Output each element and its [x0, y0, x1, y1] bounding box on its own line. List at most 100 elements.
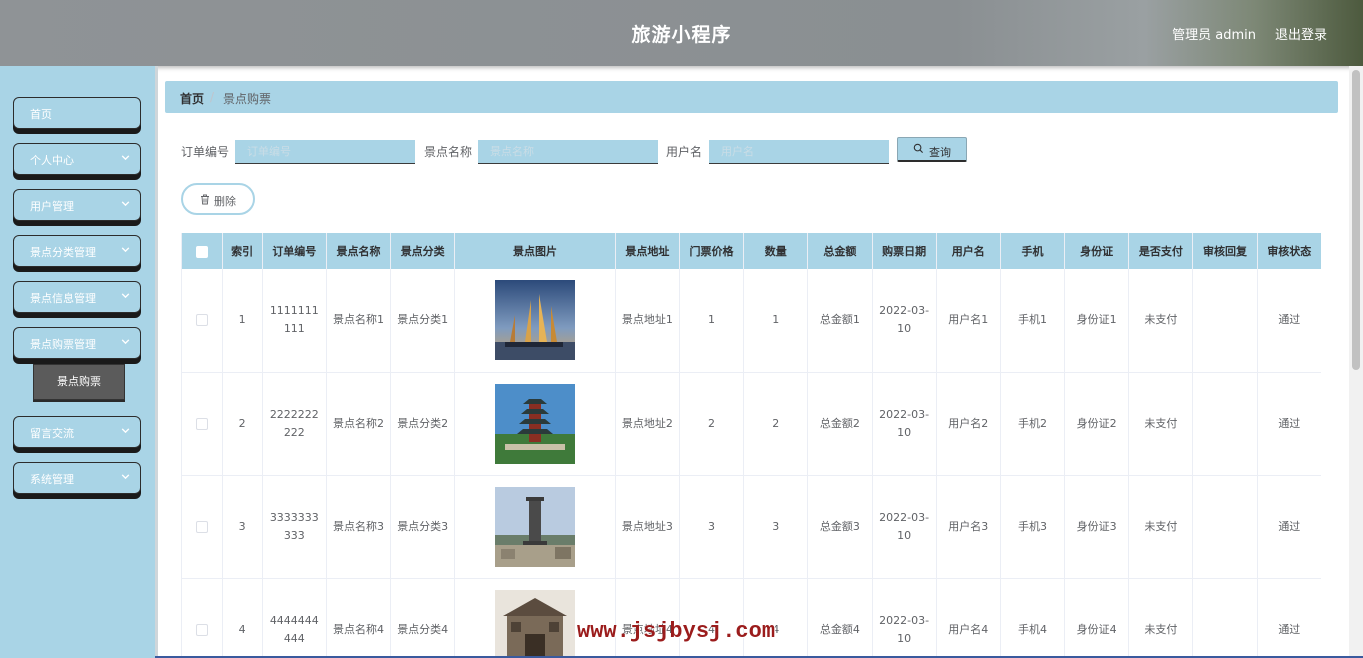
- app-title: 旅游小程序: [631, 24, 732, 46]
- cell-index: 2: [222, 372, 263, 476]
- column-header: 景点名称: [326, 233, 392, 269]
- spot-image-pagoda: [495, 383, 576, 464]
- table-header-row: 索引 订单编号 景点名称 景点分类 景点图片 景点地址 门票价格 数量 总金额 …: [182, 233, 1321, 269]
- sidebar-subitem-label: 景点购票: [57, 375, 101, 388]
- row-checkbox[interactable]: [195, 314, 208, 327]
- cell-purchase-date: 2022-03-10: [872, 475, 937, 579]
- cell-id-card: 身份证2: [1064, 372, 1130, 476]
- row-select-cell: [182, 372, 223, 476]
- row-select-cell: [182, 578, 223, 658]
- cell-purchase-date: 2022-03-10: [872, 578, 937, 658]
- cell-review-reply: [1192, 269, 1258, 373]
- top-header: 旅游小程序 管理员 admin 退出登录: [0, 0, 1363, 66]
- sidebar-item-spot-info-management[interactable]: 景点信息管理: [13, 281, 141, 313]
- sidebar-item-user-management[interactable]: 用户管理: [13, 189, 141, 221]
- column-header: 景点图片: [454, 233, 616, 269]
- cell-phone: 手机3: [1000, 475, 1066, 579]
- cell-spot-category: 景点分类2: [390, 372, 456, 476]
- cell-id-card: 身份证1: [1064, 269, 1130, 373]
- sidebar-item-personal-center[interactable]: 个人中心: [13, 143, 141, 175]
- column-header: 身份证: [1064, 233, 1130, 269]
- row-select-cell: [182, 269, 223, 373]
- cell-paid-status: 未支付: [1128, 372, 1194, 476]
- spot-name-input[interactable]: [478, 140, 658, 164]
- cell-paid-status: 未支付: [1128, 269, 1194, 373]
- spot-image-monument: [495, 486, 576, 567]
- row-checkbox[interactable]: [195, 417, 208, 430]
- cell-review-status: 通过: [1257, 578, 1321, 658]
- cell-purchase-date: 2022-03-10: [872, 372, 937, 476]
- sidebar-divider: [155, 66, 158, 658]
- row-select-cell: [182, 475, 223, 579]
- table-row: 4 4444444444 景点名称4 景点分类4 景点地址4 4 4 总金额4 …: [182, 578, 1321, 658]
- cell-ticket-price: 4: [679, 578, 745, 658]
- cell-id-card: 身份证3: [1064, 475, 1130, 579]
- order-number-input[interactable]: [235, 140, 415, 164]
- breadcrumb-current: 景点购票: [223, 92, 272, 106]
- cell-order-number: 4444444444: [262, 578, 327, 658]
- cell-review-status: 通过: [1257, 372, 1321, 476]
- sidebar-item-ticket-management[interactable]: 景点购票管理: [13, 327, 141, 359]
- sidebar-item-message-board[interactable]: 留言交流: [13, 416, 141, 448]
- cell-total-amount: 总金额4: [807, 578, 873, 658]
- cell-quantity: 2: [743, 372, 809, 476]
- cell-username: 用户名3: [936, 475, 1001, 579]
- trash-icon: [201, 194, 209, 205]
- username-input[interactable]: [709, 140, 889, 164]
- cell-paid-status: 未支付: [1128, 475, 1194, 579]
- watermark-text: www.jsjbysj.com: [577, 619, 776, 644]
- cell-total-amount: 总金额1: [807, 269, 873, 373]
- spot-name-label: 景点名称: [424, 145, 473, 159]
- cell-index: 4: [222, 578, 263, 658]
- cell-total-amount: 总金额3: [807, 475, 873, 579]
- cell-spot-image: [454, 578, 616, 658]
- cell-username: 用户名2: [936, 372, 1001, 476]
- cell-spot-image: [454, 372, 616, 476]
- scrollbar-thumb[interactable]: [1352, 70, 1360, 370]
- cell-quantity: 1: [743, 269, 809, 373]
- row-checkbox[interactable]: [195, 520, 208, 533]
- column-header: 审核回复: [1192, 233, 1258, 269]
- row-checkbox[interactable]: [195, 623, 208, 636]
- select-all-checkbox[interactable]: [195, 245, 208, 258]
- sidebar-item-spot-category-management[interactable]: 景点分类管理: [13, 235, 141, 267]
- delete-button[interactable]: 删除: [181, 183, 255, 215]
- cell-spot-address: 景点地址4: [615, 578, 680, 658]
- cell-spot-address: 景点地址1: [615, 269, 680, 373]
- cell-review-status: 通过: [1257, 269, 1321, 373]
- sidebar-item-label: 用户管理: [30, 200, 74, 213]
- sidebar-subitem-ticket-purchase[interactable]: 景点购票: [33, 364, 125, 400]
- sidebar-item-home[interactable]: 首页: [13, 97, 141, 129]
- query-button[interactable]: 查询: [897, 137, 967, 162]
- cell-spot-name: 景点名称1: [326, 269, 392, 373]
- cell-spot-image: [454, 475, 616, 579]
- cell-phone: 手机4: [1000, 578, 1066, 658]
- admin-user-label: 管理员 admin: [1172, 28, 1256, 43]
- cell-spot-category: 景点分类4: [390, 578, 456, 658]
- sidebar-item-label: 首页: [30, 108, 52, 121]
- cell-ticket-price: 3: [679, 475, 745, 579]
- column-header: 景点地址: [615, 233, 680, 269]
- column-header: 门票价格: [679, 233, 745, 269]
- table-row: 2 2222222222 景点名称2 景点分类2 景点地址2 2 2 总金额2 …: [182, 372, 1321, 476]
- column-header: 索引: [222, 233, 263, 269]
- chevron-down-icon: [121, 428, 130, 434]
- cell-spot-address: 景点地址2: [615, 372, 680, 476]
- sidebar-item-label: 个人中心: [30, 154, 74, 167]
- delete-button-label: 删除: [214, 195, 236, 208]
- cell-spot-category: 景点分类3: [390, 475, 456, 579]
- logout-link[interactable]: 退出登录: [1275, 24, 1327, 43]
- sidebar-item-system-management[interactable]: 系统管理: [13, 462, 141, 494]
- page-scrollbar[interactable]: [1349, 66, 1363, 658]
- chevron-down-icon: [121, 155, 130, 161]
- table-row: 1 1111111111 景点名称1 景点分类1 景点地址1 1 1 总金额1 …: [182, 269, 1321, 373]
- breadcrumb-separator: /: [210, 90, 215, 104]
- select-all-cell: [182, 233, 223, 269]
- breadcrumb-home[interactable]: 首页: [180, 90, 204, 107]
- cell-id-card: 身份证4: [1064, 578, 1130, 658]
- table-row: 3 3333333333 景点名称3 景点分类3 景点地址3 3 3 总金额3 …: [182, 475, 1321, 579]
- sidebar-item-label: 景点分类管理: [30, 246, 96, 259]
- cell-quantity: 3: [743, 475, 809, 579]
- breadcrumb: 首页 / 景点购票: [165, 81, 1338, 113]
- cell-review-reply: [1192, 475, 1258, 579]
